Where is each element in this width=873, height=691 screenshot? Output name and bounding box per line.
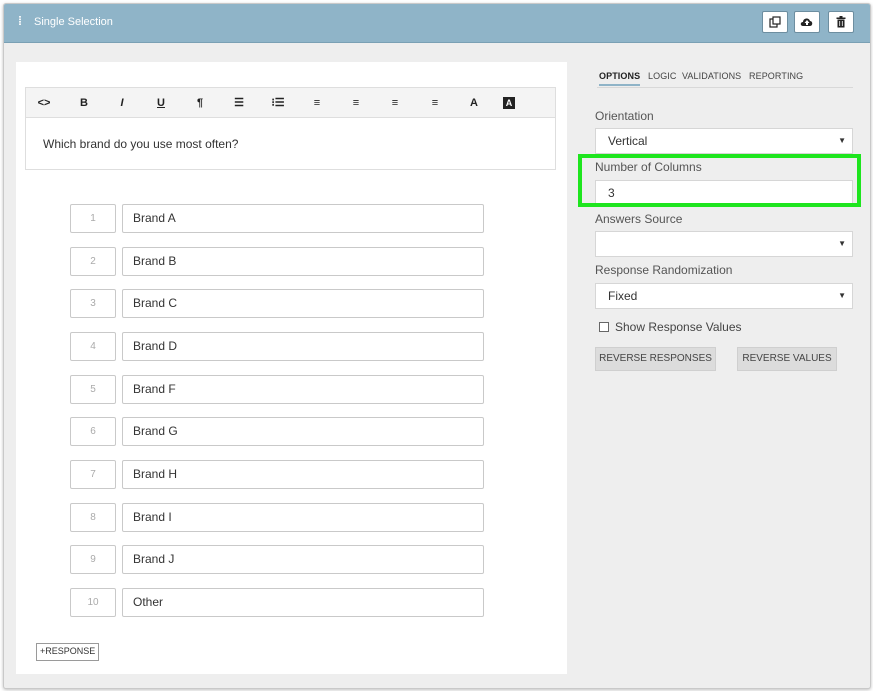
- bold-button[interactable]: B: [73, 95, 95, 111]
- randomization-label: Response Randomization: [595, 263, 733, 277]
- orientation-value: Vertical: [608, 134, 648, 148]
- response-number: 6: [70, 417, 116, 446]
- response-label-input[interactable]: Brand C: [122, 289, 484, 318]
- code-view-button[interactable]: <>: [33, 95, 55, 111]
- response-number: 1: [70, 204, 116, 233]
- response-number: 7: [70, 460, 116, 489]
- copy-icon: [769, 16, 781, 28]
- reverse-values-button[interactable]: REVERSE VALUES: [737, 347, 837, 371]
- trash-icon: [836, 16, 846, 28]
- upload-button[interactable]: [794, 11, 820, 33]
- justify-button[interactable]: ≡: [424, 95, 446, 111]
- tab-options[interactable]: OPTIONS: [599, 71, 641, 86]
- randomization-select[interactable]: Fixed ▼: [595, 283, 853, 309]
- drag-handle-icon[interactable]: ⁞: [18, 14, 22, 28]
- response-label-input[interactable]: Brand H: [122, 460, 484, 489]
- window-title: Single Selection: [34, 16, 113, 28]
- ordered-list-button[interactable]: ⁝☰: [267, 95, 289, 111]
- response-number: 8: [70, 503, 116, 532]
- response-number: 5: [70, 375, 116, 404]
- unordered-list-button[interactable]: ☰: [228, 95, 250, 111]
- background-color-button[interactable]: A: [503, 97, 515, 109]
- response-number: 2: [70, 247, 116, 276]
- italic-button[interactable]: I: [111, 95, 133, 111]
- question-editor-window: ⁞ Single Selection <> B I U ¶ ☰ ⁝☰ ≡ ≡ ≡…: [3, 3, 871, 689]
- options-tabs: OPTIONS LOGIC VALIDATIONS REPORTING: [597, 71, 853, 88]
- question-editor-panel: <> B I U ¶ ☰ ⁝☰ ≡ ≡ ≡ ≡ A A Which brand …: [16, 62, 567, 674]
- align-right-button[interactable]: ≡: [384, 95, 406, 111]
- font-color-button[interactable]: A: [463, 95, 485, 111]
- question-text-editor[interactable]: Which brand do you use most often?: [25, 117, 556, 170]
- question-text: Which brand do you use most often?: [43, 137, 239, 151]
- columns-label: Number of Columns: [595, 160, 702, 174]
- rich-text-toolbar: <> B I U ¶ ☰ ⁝☰ ≡ ≡ ≡ ≡ A A: [25, 87, 556, 118]
- tab-logic[interactable]: LOGIC: [648, 71, 677, 81]
- show-values-checkbox[interactable]: [599, 322, 609, 332]
- response-label-input[interactable]: Brand J: [122, 545, 484, 574]
- orientation-select[interactable]: Vertical ▼: [595, 128, 853, 154]
- response-label-input[interactable]: Brand F: [122, 375, 484, 404]
- paragraph-button[interactable]: ¶: [189, 95, 211, 111]
- response-number: 4: [70, 332, 116, 361]
- chevron-down-icon: ▼: [838, 239, 846, 248]
- title-bar: ⁞ Single Selection: [4, 4, 870, 43]
- response-label-input[interactable]: Brand A: [122, 204, 484, 233]
- align-center-button[interactable]: ≡: [345, 95, 367, 111]
- randomization-value: Fixed: [608, 289, 638, 303]
- answers-source-select[interactable]: ▼: [595, 231, 853, 257]
- tab-reporting[interactable]: REPORTING: [749, 71, 803, 81]
- answers-source-label: Answers Source: [595, 212, 683, 226]
- chevron-down-icon: ▼: [838, 291, 846, 300]
- underline-button[interactable]: U: [150, 95, 172, 111]
- response-label-input[interactable]: Brand G: [122, 417, 484, 446]
- delete-button[interactable]: [828, 11, 854, 33]
- response-number: 10: [70, 588, 116, 617]
- chevron-down-icon: ▼: [838, 136, 846, 145]
- reverse-responses-button[interactable]: REVERSE RESPONSES: [595, 347, 716, 371]
- response-label-input[interactable]: Brand I: [122, 503, 484, 532]
- orientation-label: Orientation: [595, 109, 654, 123]
- response-label-input[interactable]: Brand B: [122, 247, 484, 276]
- response-label-input[interactable]: Brand D: [122, 332, 484, 361]
- copy-button[interactable]: [762, 11, 788, 33]
- columns-input[interactable]: 3: [595, 180, 853, 206]
- show-values-row[interactable]: Show Response Values: [599, 320, 742, 334]
- response-number: 3: [70, 289, 116, 318]
- tab-validations[interactable]: VALIDATIONS: [682, 71, 741, 81]
- response-label-input[interactable]: Other: [122, 588, 484, 617]
- response-number: 9: [70, 545, 116, 574]
- cloud-upload-icon: [800, 18, 813, 26]
- show-values-label: Show Response Values: [615, 320, 742, 334]
- add-response-button[interactable]: +RESPONSE: [36, 643, 100, 661]
- align-left-button[interactable]: ≡: [306, 95, 328, 111]
